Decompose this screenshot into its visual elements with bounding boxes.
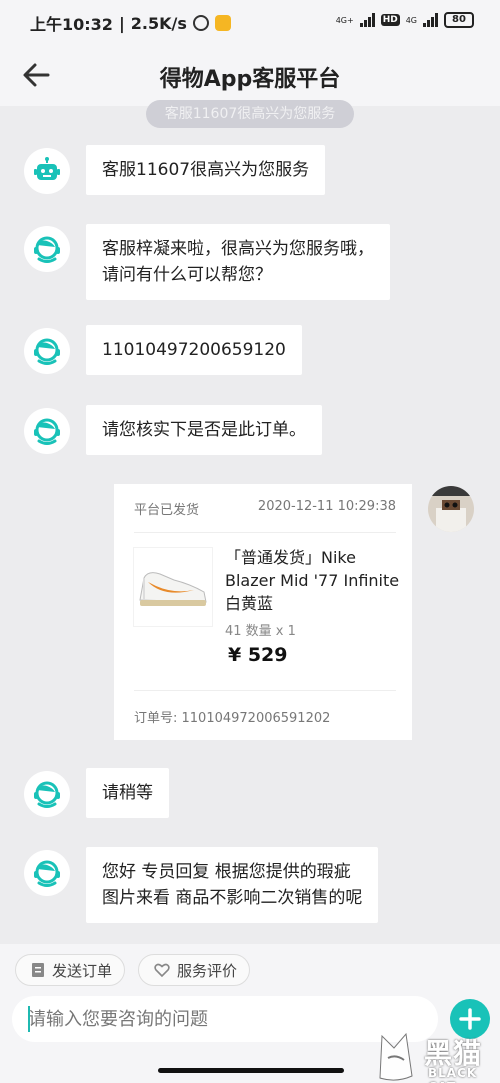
product-price: ¥ 529 — [228, 644, 288, 666]
agent-avatar — [24, 408, 70, 454]
divider — [134, 690, 396, 691]
network-type-1: 4G+ — [335, 15, 354, 25]
agent-icon — [34, 781, 60, 808]
document-icon — [32, 963, 44, 977]
status-right: 4G+ HD 4G 80 — [336, 12, 474, 28]
header: 得物App客服平台 — [0, 44, 500, 106]
agent-avatar — [24, 850, 70, 896]
send-order-button[interactable]: 发送订单 — [15, 954, 126, 986]
robot-avatar — [24, 148, 70, 194]
previous-system-message: 客服11607很高兴为您服务 — [146, 100, 354, 128]
signal-icon — [359, 13, 375, 27]
clock: 上午10:32 — [30, 15, 113, 34]
alarm-icon — [192, 15, 209, 31]
user-avatar — [428, 486, 474, 532]
heart-hand-icon — [154, 963, 170, 978]
agent-avatar — [24, 328, 70, 374]
network-type-2: 4G — [405, 15, 417, 25]
agent-icon — [34, 338, 60, 365]
message-bubble: 请稍等 — [86, 768, 169, 818]
agent-icon — [34, 236, 60, 263]
status-left: 上午10:32 | 2.5K/s — [30, 11, 231, 35]
message-bubble: 客服梓凝来啦，很高兴为您服务哦， 请问有什么可以帮您？ — [86, 224, 390, 300]
text-caret — [28, 1006, 30, 1032]
signal-icon-2 — [423, 13, 438, 27]
message-input[interactable] — [12, 996, 438, 1042]
battery-icon: 80 — [444, 12, 474, 28]
agent-avatar — [24, 771, 70, 817]
order-status: 平台已发货 — [134, 503, 200, 518]
rate-service-button[interactable]: 服务评价 — [138, 954, 251, 986]
page-title: 得物App客服平台 — [159, 67, 341, 92]
product-size-quantity: 41 数量 x 1 — [225, 624, 296, 639]
order-time: 2020-12-11 10:29:38 — [257, 499, 396, 514]
agent-icon — [34, 418, 60, 445]
network-speed: 2.5K/s — [130, 13, 187, 33]
hd-badge: HD — [380, 14, 400, 26]
message-bubble: 客服11607很高兴为您服务 — [86, 145, 326, 195]
message-bubble: 请您核实下是否是此订单。 — [86, 405, 322, 455]
watermark-en: BLACK CAT — [428, 1066, 478, 1083]
status-bar: 上午10:32 | 2.5K/s 4G+ HD 4G 80 — [0, 0, 500, 44]
notification-icon — [214, 15, 231, 31]
agent-avatar — [24, 226, 70, 272]
home-indicator[interactable] — [158, 1068, 344, 1073]
divider — [134, 532, 396, 533]
agent-icon — [34, 860, 60, 887]
sneaker-icon — [139, 572, 207, 606]
order-card[interactable]: 平台已发货 2020-12-11 10:29:38 「普通发货」Nike Bla… — [114, 484, 412, 740]
product-name: 「普通发货」Nike Blazer Mid '77 Infinite 白黄蓝 — [225, 548, 400, 613]
order-number: 订单号: 110104972006591202 — [134, 711, 331, 726]
user-photo-icon — [428, 486, 474, 532]
robot-icon — [34, 157, 60, 180]
product-image — [133, 547, 213, 627]
message-bubble: 11010497200659120 — [86, 325, 302, 375]
message-bubble: 您好 专员回复 根据您提供的瑕疵 图片来看 商品不影响二次销售的呢 — [86, 847, 379, 923]
